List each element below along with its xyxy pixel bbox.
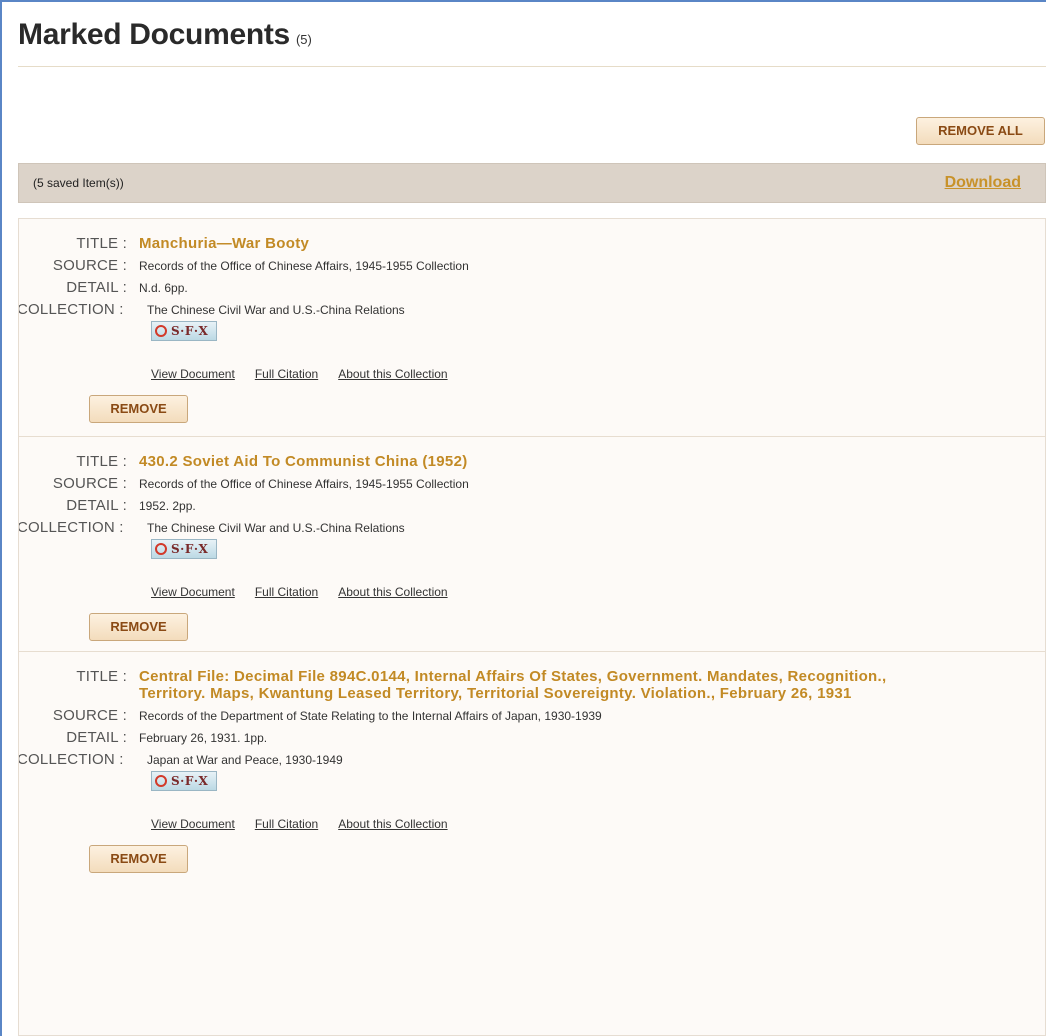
item-links: View Document Full Citation About this C… bbox=[151, 817, 1045, 831]
sfx-link-button[interactable]: S·F·X bbox=[151, 539, 217, 559]
remove-button[interactable]: REMOVE bbox=[89, 613, 188, 641]
detail-label: DETAIL : bbox=[66, 497, 127, 514]
title-label: TITLE : bbox=[76, 668, 127, 685]
download-link[interactable]: Download bbox=[945, 174, 1021, 192]
title-label: TITLE : bbox=[76, 453, 127, 470]
list-item: TITLE : 430.2 Soviet Aid To Communist Ch… bbox=[19, 437, 1045, 652]
document-detail: February 26, 1931. 1pp. bbox=[139, 731, 268, 745]
document-detail: 1952. 2pp. bbox=[139, 499, 196, 513]
view-document-link[interactable]: View Document bbox=[151, 817, 235, 831]
collection-label: COLLECTION : bbox=[18, 519, 124, 536]
sfx-label: S·F·X bbox=[171, 542, 209, 556]
view-document-link[interactable]: View Document bbox=[151, 367, 235, 381]
item-links: View Document Full Citation About this C… bbox=[151, 585, 1045, 599]
detail-label: DETAIL : bbox=[66, 729, 127, 746]
list-item: TITLE : Central File: Decimal File 894C.… bbox=[19, 652, 1045, 873]
remove-all-button[interactable]: REMOVE ALL bbox=[916, 117, 1045, 145]
sfx-logo-icon bbox=[155, 325, 167, 337]
source-label: SOURCE : bbox=[52, 475, 127, 492]
about-collection-link[interactable]: About this Collection bbox=[338, 585, 447, 599]
page-title: Marked Documents bbox=[18, 18, 290, 51]
marked-documents-list: TITLE : Manchuria—War Booty SOURCE : Rec… bbox=[18, 218, 1046, 1036]
document-source: Records of the Office of Chinese Affairs… bbox=[139, 259, 469, 273]
document-collection: The Chinese Civil War and U.S.-China Rel… bbox=[147, 521, 405, 535]
sfx-link-button[interactable]: S·F·X bbox=[151, 321, 217, 341]
item-links: View Document Full Citation About this C… bbox=[151, 367, 1045, 381]
document-title[interactable]: Central File: Decimal File 894C.0144, In… bbox=[139, 668, 949, 702]
sfx-link-button[interactable]: S·F·X bbox=[151, 771, 217, 791]
list-item: TITLE : Manchuria—War Booty SOURCE : Rec… bbox=[19, 219, 1045, 437]
full-citation-link[interactable]: Full Citation bbox=[255, 367, 318, 381]
about-collection-link[interactable]: About this Collection bbox=[338, 817, 447, 831]
sfx-label: S·F·X bbox=[171, 774, 209, 788]
full-citation-link[interactable]: Full Citation bbox=[255, 817, 318, 831]
source-label: SOURCE : bbox=[52, 707, 127, 724]
view-document-link[interactable]: View Document bbox=[151, 585, 235, 599]
remove-button[interactable]: REMOVE bbox=[89, 845, 188, 873]
title-label: TITLE : bbox=[76, 235, 127, 252]
collection-label: COLLECTION : bbox=[18, 301, 124, 318]
document-collection: Japan at War and Peace, 1930-1949 bbox=[147, 753, 343, 767]
detail-label: DETAIL : bbox=[66, 279, 127, 296]
source-label: SOURCE : bbox=[52, 257, 127, 274]
full-citation-link[interactable]: Full Citation bbox=[255, 585, 318, 599]
document-collection: The Chinese Civil War and U.S.-China Rel… bbox=[147, 303, 405, 317]
sfx-label: S·F·X bbox=[171, 324, 209, 338]
saved-items-count: (5 saved Item(s)) bbox=[33, 176, 124, 190]
document-title[interactable]: Manchuria—War Booty bbox=[139, 235, 309, 252]
about-collection-link[interactable]: About this Collection bbox=[338, 367, 447, 381]
summary-bar: (5 saved Item(s)) Download bbox=[18, 163, 1046, 203]
document-source: Records of the Office of Chinese Affairs… bbox=[139, 477, 469, 491]
remove-button[interactable]: REMOVE bbox=[89, 395, 188, 423]
sfx-logo-icon bbox=[155, 775, 167, 787]
collection-label: COLLECTION : bbox=[18, 751, 124, 768]
document-detail: N.d. 6pp. bbox=[139, 281, 188, 295]
document-title[interactable]: 430.2 Soviet Aid To Communist China (195… bbox=[139, 453, 468, 470]
document-source: Records of the Department of State Relat… bbox=[139, 709, 602, 723]
page-header: Marked Documents (5) bbox=[18, 18, 1046, 67]
sfx-logo-icon bbox=[155, 543, 167, 555]
document-count: (5) bbox=[295, 32, 312, 48]
